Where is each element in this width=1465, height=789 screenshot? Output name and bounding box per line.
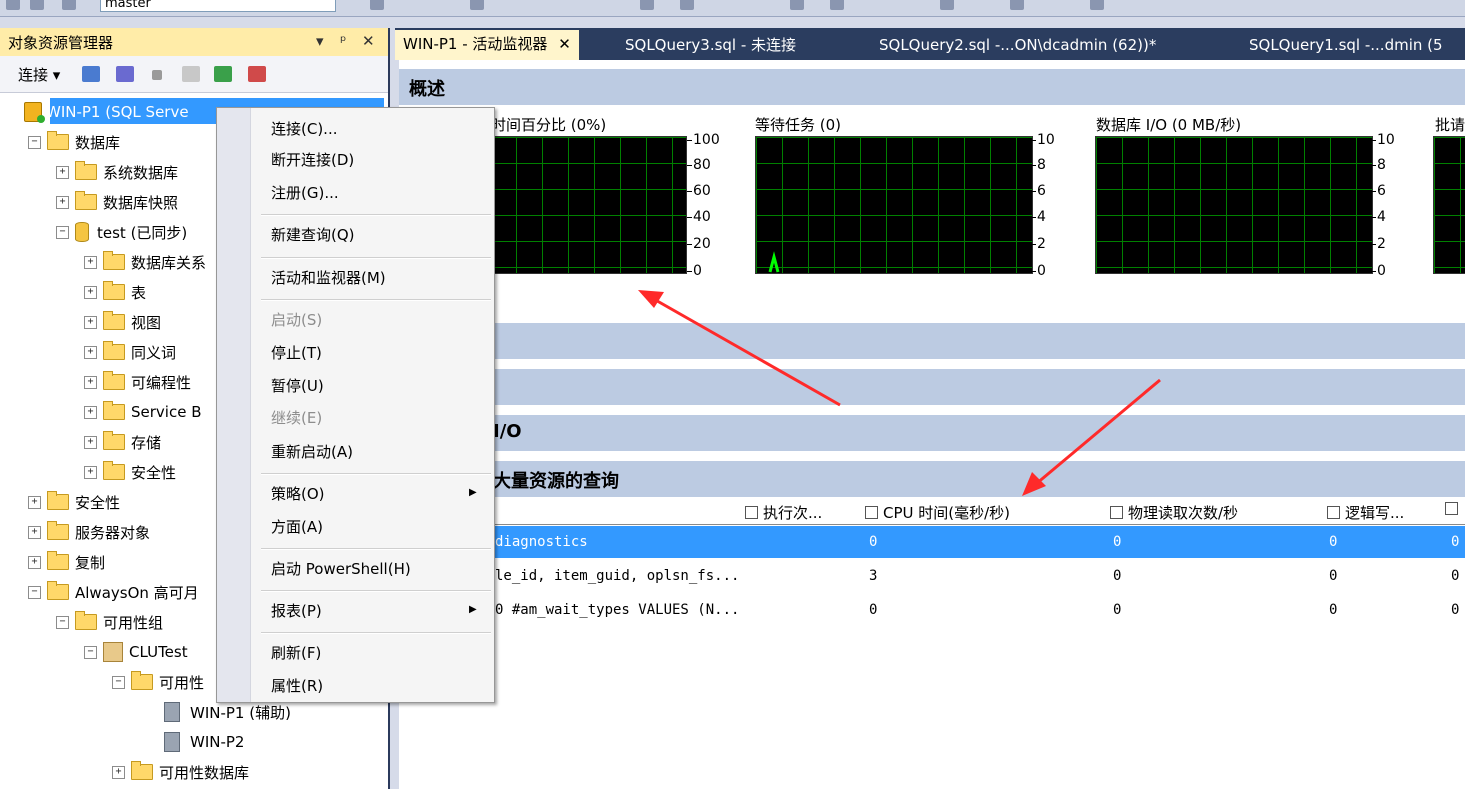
annotation-arrow-line <box>651 296 841 407</box>
annotation-arrowhead <box>638 290 664 308</box>
annotation-arrows <box>638 290 1161 496</box>
annotation-arrow-line <box>1035 378 1161 486</box>
annotation-arrowhead <box>1022 472 1046 496</box>
